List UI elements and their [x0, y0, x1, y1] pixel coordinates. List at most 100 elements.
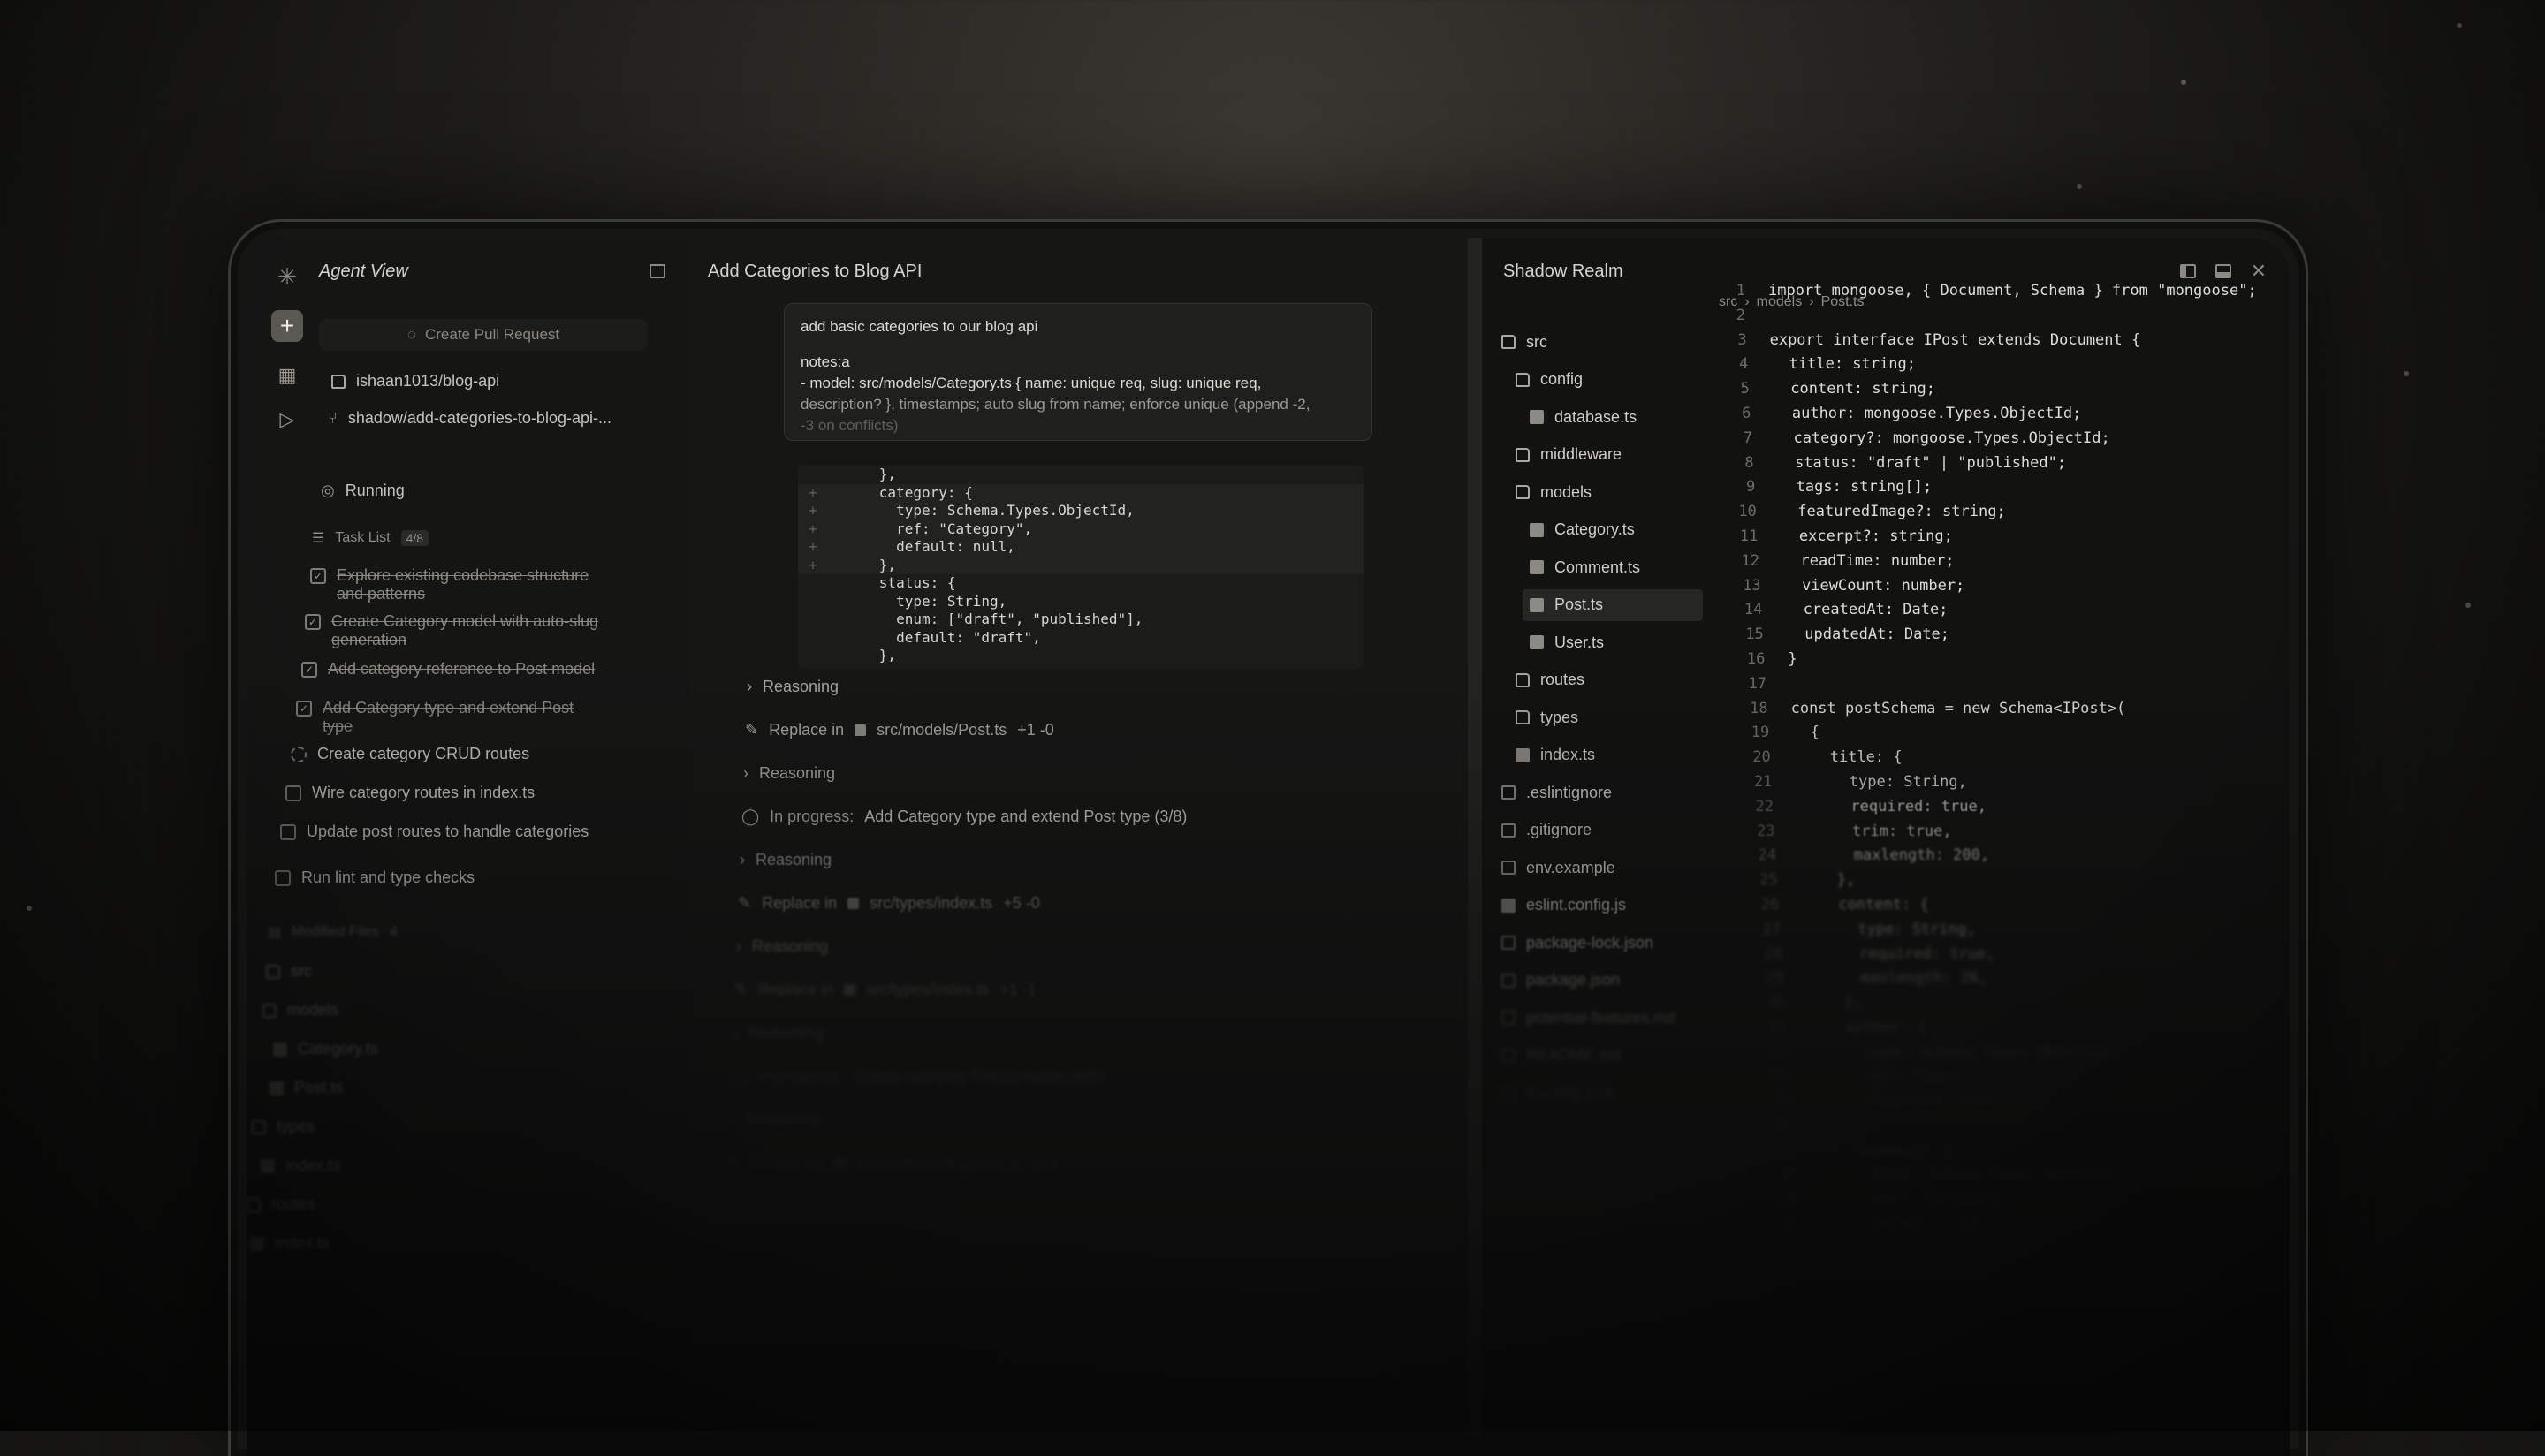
task-text: Wire category routes in index.ts	[312, 784, 595, 802]
diff-line: },	[798, 647, 1364, 665]
code-editor[interactable]: 1import mongoose, { Document, Schema } f…	[1710, 282, 2290, 1456]
tree-file[interactable]: Category.ts	[273, 1040, 378, 1058]
chat-input[interactable]	[731, 1361, 1399, 1423]
tree-file[interactable]: potential-features.md	[1494, 1002, 1703, 1034]
tree-file[interactable]: Post.ts	[1523, 589, 1703, 621]
create-pr-button[interactable]: ◌ Create Pull Request	[319, 319, 648, 351]
line-number: 13	[1726, 577, 1761, 595]
tree-folder[interactable]: middleware	[1508, 439, 1703, 471]
tree-file[interactable]: .gitignore	[1494, 815, 1703, 846]
file-icon	[1530, 598, 1544, 612]
pane-divider[interactable]	[1468, 238, 1482, 1456]
task-item[interactable]: ✓ Add category reference to Post model	[301, 660, 611, 679]
code-line: 29 maxlength: 20,	[1748, 969, 1987, 987]
tree-folder[interactable]: types	[1508, 701, 1703, 733]
branch-link[interactable]: ⑂ shadow/add-categories-to-blog-api-...	[328, 409, 612, 428]
tree-file[interactable]: database.ts	[1523, 401, 1703, 433]
task-item[interactable]: ✓ Create Category model with auto-slug g…	[305, 612, 614, 649]
user-prompt-card: add basic categories to our blog api not…	[784, 303, 1372, 441]
modified-files-header[interactable]: ▤ Modified Files 4	[268, 923, 398, 941]
tree-folder[interactable]: routes	[247, 1195, 315, 1214]
repo-link[interactable]: ishaan1013/blog-api	[331, 372, 499, 391]
tree-file[interactable]: Category.ts	[1523, 514, 1703, 546]
task-item[interactable]: ✓ Explore existing codebase structure an…	[310, 566, 619, 603]
task-text: Run lint and type checks	[301, 868, 584, 887]
line-number: 20	[1736, 748, 1771, 766]
code-line: 38 ref: "Category",	[1761, 1191, 2018, 1209]
line-number: 33	[1754, 1068, 1789, 1086]
tree-file[interactable]: .eslintignore	[1494, 777, 1703, 808]
tree-file[interactable]: env.example	[1494, 852, 1703, 883]
diff-marker	[798, 593, 828, 611]
edit-icon: ✎	[738, 894, 751, 913]
reasoning-toggle[interactable]: ›Reasoning	[729, 1111, 821, 1129]
tool-call-row[interactable]: ✎Replace insrc/types/index.ts+1 -1	[734, 981, 1037, 999]
line-number: 17	[1731, 675, 1766, 693]
play-icon[interactable]: ▷	[271, 404, 303, 436]
close-icon[interactable]: ✕	[2251, 264, 2267, 278]
tree-file[interactable]: README.md	[1494, 1040, 1703, 1072]
tree-label: eslint.config.js	[1526, 896, 1626, 914]
split-bottom-icon[interactable]	[2215, 264, 2231, 278]
tree-file[interactable]: User.ts	[1523, 626, 1703, 658]
file-icon	[847, 898, 859, 909]
line-number: 32	[1752, 1043, 1788, 1061]
task-item[interactable]: Run lint and type checks	[275, 868, 584, 887]
code-text: import mongoose, { Document, Schema } fr…	[1768, 282, 2257, 300]
chat-panel: Add Categories to Blog API add basic cat…	[688, 238, 1468, 1456]
sidebar-toggle-icon[interactable]	[650, 264, 665, 278]
tree-folder[interactable]: types	[252, 1118, 315, 1136]
tree-file[interactable]: tsconfig.json	[1494, 1077, 1703, 1109]
file-icon	[1501, 1086, 1516, 1100]
tree-label: package-lock.json	[1526, 934, 1653, 952]
tree-folder[interactable]: src	[1494, 326, 1703, 358]
progress-row[interactable]: ◯In progress:Create category CRUD routes…	[731, 1067, 1103, 1086]
tree-file[interactable]: Comment.ts	[1523, 551, 1703, 583]
line-number: 39	[1762, 1215, 1797, 1232]
new-task-button[interactable]: +	[271, 310, 303, 342]
tool-call-row[interactable]: ✎Replace insrc/models/Post.ts+1 -0	[745, 721, 1054, 739]
progress-circle-icon: ◯	[741, 808, 759, 826]
reasoning-toggle[interactable]: ›Reasoning	[740, 851, 832, 869]
chevron-right-icon: ›	[747, 678, 752, 696]
tool-call-row[interactable]: ✎Replace insrc/types/index.ts+5 -0	[738, 894, 1040, 913]
tree-file[interactable]: eslint.config.js	[1494, 890, 1703, 921]
tree-label: env.example	[1526, 859, 1615, 877]
reasoning-toggle[interactable]: ›Reasoning	[733, 1024, 824, 1043]
tree-label: index.ts	[285, 1156, 340, 1175]
task-list-header[interactable]: ☰ Task List 4/8	[312, 529, 429, 547]
tree-file[interactable]: package.json	[1494, 965, 1703, 997]
tree-folder[interactable]: models	[262, 1001, 338, 1020]
reasoning-toggle[interactable]: ›Reasoning	[736, 937, 828, 956]
code-text: content: string;	[1773, 380, 1935, 398]
step-label: Reasoning	[756, 851, 832, 869]
tree-label: Comment.ts	[1554, 558, 1640, 577]
diff-line: + category: {	[798, 484, 1364, 503]
grid-icon[interactable]: ▦	[271, 360, 303, 391]
code-line: 23 trim: true,	[1740, 823, 1952, 840]
tool-call-row[interactable]: ✎Create filesrc/routes/categories.ts+58	[727, 1154, 1059, 1172]
step-delta: +1 -1	[999, 981, 1037, 999]
tree-file[interactable]: index.ts	[250, 1234, 330, 1253]
task-item[interactable]: ✓ Add Category type and extend Post type	[296, 699, 605, 736]
tree-file[interactable]: Post.ts	[270, 1079, 343, 1097]
tree-file[interactable]: index.ts	[1508, 739, 1703, 771]
tree-folder[interactable]: config	[1508, 364, 1703, 396]
code-line: 17	[1731, 675, 1789, 693]
tree-file[interactable]: index.ts	[261, 1156, 340, 1175]
tree-folder[interactable]: models	[1508, 476, 1703, 508]
task-item-in-progress[interactable]: Create category CRUD routes	[291, 745, 600, 763]
code-line: 13 viewCount: number;	[1726, 577, 1965, 595]
tree-folder[interactable]: routes	[1508, 664, 1703, 696]
tree-file[interactable]: package-lock.json	[1494, 927, 1703, 959]
tree-folder[interactable]: src	[266, 962, 312, 981]
task-item[interactable]: Update post routes to handle categories	[280, 823, 589, 841]
line-number: 7	[1717, 429, 1752, 447]
line-number: 4	[1713, 355, 1748, 373]
task-item[interactable]: Wire category routes in index.ts	[285, 784, 595, 802]
split-left-icon[interactable]	[2180, 264, 2196, 278]
code-line: 21 type: String,	[1736, 773, 1966, 791]
progress-row[interactable]: ◯In progress:Add Category type and exten…	[741, 808, 1187, 826]
reasoning-toggle[interactable]: ›Reasoning	[747, 678, 839, 696]
reasoning-toggle[interactable]: ›Reasoning	[743, 764, 835, 783]
